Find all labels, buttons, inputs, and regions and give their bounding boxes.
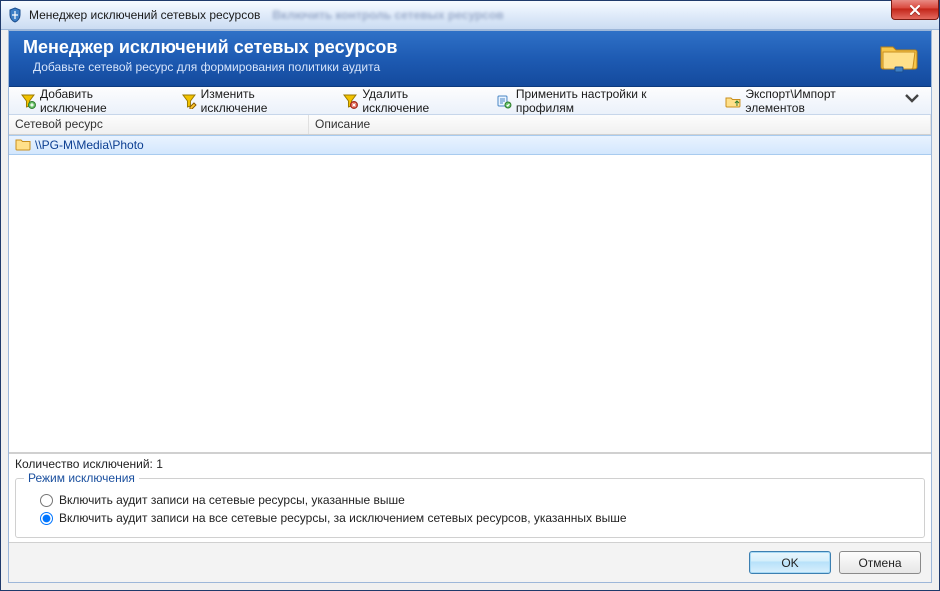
toolbar-label: Применить настройки к профилям [516, 87, 708, 115]
close-icon [909, 5, 921, 15]
delete-exclusion-button[interactable]: Удалить исключение [335, 83, 484, 119]
exclusion-count: Количество исключений: 1 [9, 453, 931, 474]
funnel-edit-icon [181, 93, 197, 109]
app-icon [7, 7, 23, 23]
ok-label: OK [781, 556, 798, 570]
client-area: Менеджер исключений сетевых ресурсов Доб… [8, 30, 932, 583]
window-frame: Менеджер исключений сетевых ресурсов Вкл… [0, 0, 940, 591]
funnel-add-icon [20, 93, 36, 109]
header-banner: Менеджер исключений сетевых ресурсов Доб… [9, 31, 931, 87]
radio-input-1[interactable] [40, 494, 53, 507]
toolbar-label: Удалить исключение [362, 87, 478, 115]
secondary-blurred-title: Включить контроль сетевых ресурсов [272, 8, 503, 22]
page-title: Менеджер исключений сетевых ресурсов [23, 37, 917, 58]
folder-share-icon [725, 93, 741, 109]
cancel-button[interactable]: Отмена [839, 551, 921, 574]
toolbar-label: Добавить исключение [40, 87, 163, 115]
edit-exclusion-button[interactable]: Изменить исключение [174, 83, 332, 119]
banner-folder-icon [879, 39, 919, 76]
dialog-footer: OK Отмена [9, 542, 931, 582]
group-legend: Режим исключения [24, 471, 139, 485]
column-resource[interactable]: Сетевой ресурс [9, 115, 309, 134]
grid-body[interactable]: \\PG-M\Media\Photo [9, 135, 931, 453]
radio-input-2[interactable] [40, 512, 53, 525]
page-subtitle: Добавьте сетевой ресурс для формирования… [23, 60, 917, 74]
folder-icon [15, 137, 31, 154]
radio-option-2[interactable]: Включить аудит записи на все сетевые рес… [40, 511, 916, 525]
radio-label-2: Включить аудит записи на все сетевые рес… [59, 511, 627, 525]
exclusion-mode-group: Режим исключения Включить аудит записи н… [15, 478, 925, 538]
apply-icon [496, 93, 512, 109]
cancel-label: Отмена [858, 556, 901, 570]
export-import-dropdown[interactable]: Экспорт\Импорт элементов [718, 83, 927, 119]
window-title: Менеджер исключений сетевых ресурсов [29, 8, 260, 22]
close-button[interactable] [891, 0, 939, 20]
cell-resource: \\PG-M\Media\Photo [9, 137, 309, 154]
table-row[interactable]: \\PG-M\Media\Photo [9, 135, 931, 155]
toolbar: Добавить исключение Изменить исключение … [9, 87, 931, 115]
funnel-delete-icon [342, 93, 358, 109]
grid-header: Сетевой ресурс Описание [9, 115, 931, 135]
add-exclusion-button[interactable]: Добавить исключение [13, 83, 170, 119]
window-controls [891, 0, 939, 20]
cell-resource-text: \\PG-M\Media\Photo [35, 138, 144, 152]
toolbar-label: Изменить исключение [201, 87, 325, 115]
column-description[interactable]: Описание [309, 115, 931, 134]
apply-to-profiles-button[interactable]: Применить настройки к профилям [489, 83, 715, 119]
chevron-down-icon [904, 91, 920, 110]
ok-button[interactable]: OK [749, 551, 831, 574]
titlebar[interactable]: Менеджер исключений сетевых ресурсов Вкл… [1, 1, 939, 30]
toolbar-label: Экспорт\Импорт элементов [745, 87, 898, 115]
radio-label-1: Включить аудит записи на сетевые ресурсы… [59, 493, 405, 507]
radio-option-1[interactable]: Включить аудит записи на сетевые ресурсы… [40, 493, 916, 507]
